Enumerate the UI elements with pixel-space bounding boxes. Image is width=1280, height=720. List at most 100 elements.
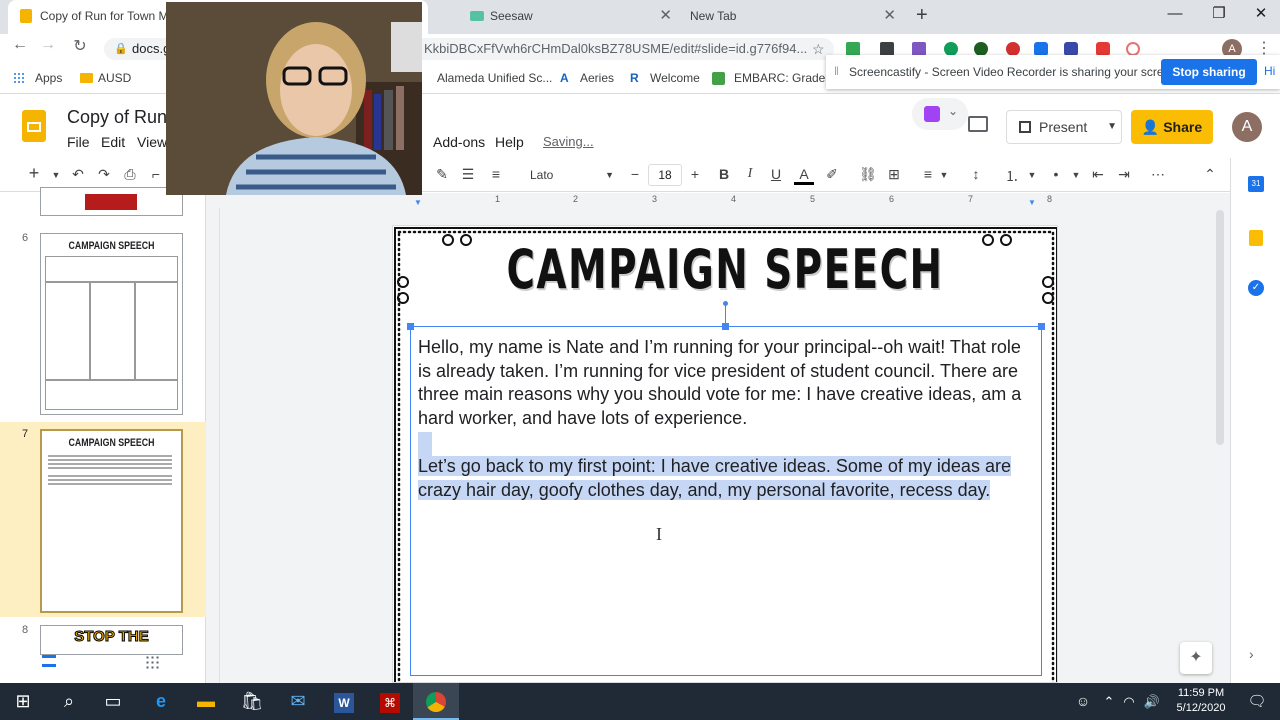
wifi-icon[interactable]: ◠ bbox=[1118, 683, 1140, 720]
grid-view-icon[interactable] bbox=[145, 655, 159, 669]
explore-icon[interactable]: ✦ bbox=[1180, 642, 1212, 674]
acrobat-icon[interactable]: ⌘ bbox=[367, 683, 413, 720]
more-options-icon[interactable]: ⋯ bbox=[1148, 166, 1168, 183]
menu-view[interactable]: View bbox=[137, 134, 167, 150]
speech-paragraph-2[interactable]: Let’s go back to my first point: I have … bbox=[418, 455, 1036, 502]
extension-icon[interactable] bbox=[912, 42, 926, 56]
numbered-list-icon[interactable]: ⒈ bbox=[1002, 166, 1022, 186]
action-center-icon[interactable]: 🗨 bbox=[1234, 683, 1280, 720]
new-tab-icon[interactable]: + bbox=[916, 4, 928, 27]
addon-puzzle-icon[interactable]: ⌄ bbox=[912, 98, 968, 130]
share-button[interactable]: 👤 Share bbox=[1131, 110, 1213, 144]
font-selector[interactable]: Lato ▼ bbox=[524, 162, 618, 188]
word-icon[interactable]: W bbox=[321, 683, 367, 720]
undo-icon[interactable]: ↶ bbox=[68, 166, 88, 183]
scrollbar-vertical[interactable] bbox=[1216, 210, 1224, 445]
extension-icon[interactable] bbox=[1126, 42, 1140, 56]
store-icon[interactable]: 🛍 bbox=[229, 683, 275, 720]
expand-panel-icon[interactable]: › bbox=[1249, 646, 1254, 662]
bulleted-list-icon[interactable]: • bbox=[1046, 166, 1066, 182]
extension-icon[interactable] bbox=[1034, 42, 1048, 56]
speech-paragraph-1[interactable]: Hello, my name is Nate and I’m running f… bbox=[418, 336, 1036, 431]
calendar-icon[interactable]: 31 bbox=[1248, 176, 1264, 192]
mail-icon[interactable]: ✉ bbox=[275, 683, 321, 720]
right-indent-marker-icon[interactable]: ▼ bbox=[1028, 198, 1036, 207]
bookmark-aeries[interactable]: Aeries bbox=[580, 71, 614, 85]
bookmark-apps[interactable]: Apps bbox=[35, 71, 62, 85]
extension-icon[interactable] bbox=[1064, 42, 1078, 56]
windows-start-icon[interactable]: ⊞ bbox=[0, 683, 46, 720]
drag-handle-icon[interactable]: ‖ bbox=[834, 64, 839, 78]
numbered-list-dropdown-icon[interactable]: ▼ bbox=[1022, 170, 1042, 180]
bookmark-embarc[interactable]: EMBARC: Grade 4 bbox=[734, 71, 835, 85]
search-icon[interactable]: ⌕ bbox=[46, 683, 92, 720]
slide-thumbnail-8[interactable]: STOP THE bbox=[40, 625, 183, 655]
bookmark-alameda[interactable]: Alameda Unified Sc... bbox=[437, 71, 552, 85]
maximize-icon[interactable]: ❐ bbox=[1196, 0, 1242, 30]
volume-icon[interactable]: 🔊 bbox=[1140, 683, 1164, 720]
menu-edit[interactable]: Edit bbox=[101, 134, 125, 150]
slide-thumbnail-6[interactable]: CAMPAIGN SPEECH bbox=[40, 233, 183, 415]
slides-logo-icon[interactable] bbox=[22, 110, 46, 142]
extension-icon[interactable] bbox=[1096, 42, 1110, 56]
reload-icon[interactable]: ↻ bbox=[68, 36, 92, 56]
line-dash-icon[interactable]: ≡ bbox=[486, 166, 506, 182]
highlight-icon[interactable]: ✐ bbox=[822, 166, 842, 183]
increase-indent-icon[interactable]: ⇥ bbox=[1114, 166, 1134, 183]
menu-file[interactable]: File bbox=[67, 134, 90, 150]
extension-icon[interactable] bbox=[880, 42, 894, 56]
filmstrip-view-icon[interactable] bbox=[42, 655, 56, 667]
account-avatar[interactable]: A bbox=[1232, 112, 1262, 142]
add-comment-icon[interactable]: ⊞ bbox=[884, 166, 904, 183]
pen-icon[interactable]: ✎ bbox=[432, 166, 452, 183]
keep-icon[interactable] bbox=[1249, 230, 1263, 246]
present-button[interactable]: Present ▼ bbox=[1006, 110, 1122, 144]
slide-thumbnail-7[interactable]: CAMPAIGN SPEECH bbox=[40, 429, 183, 613]
hide-button[interactable]: Hi bbox=[1264, 64, 1275, 78]
minimize-icon[interactable]: — bbox=[1152, 0, 1198, 30]
bulleted-list-dropdown-icon[interactable]: ▼ bbox=[1066, 170, 1086, 180]
new-slide-icon[interactable]: + bbox=[24, 163, 44, 184]
selected-text[interactable]: Let’s go back to my first point: I have … bbox=[418, 456, 1011, 500]
apps-grid-icon[interactable] bbox=[13, 72, 25, 84]
bookmark-star-icon[interactable]: ☆ bbox=[812, 38, 825, 60]
indent-marker-icon[interactable]: ▼ bbox=[414, 198, 422, 207]
extension-icon[interactable] bbox=[846, 42, 860, 56]
document-title[interactable]: Copy of Run bbox=[67, 107, 167, 128]
redo-icon[interactable]: ↷ bbox=[94, 166, 114, 183]
tab-new-tab[interactable]: New Tab ✕ bbox=[684, 0, 904, 34]
resize-handle-icon[interactable] bbox=[722, 323, 729, 330]
text-color-icon[interactable]: A bbox=[794, 166, 814, 185]
bookmark-welcome[interactable]: Welcome bbox=[650, 71, 700, 85]
line-spacing-icon[interactable]: ↕ bbox=[966, 166, 986, 182]
resize-handle-icon[interactable] bbox=[1038, 323, 1045, 330]
edge-icon[interactable]: e bbox=[138, 683, 184, 720]
task-view-icon[interactable]: ▭ bbox=[90, 683, 136, 720]
paint-format-icon[interactable]: ⌐ bbox=[146, 166, 166, 182]
link-icon[interactable]: ⛓ bbox=[858, 166, 878, 183]
close-window-icon[interactable]: ✕ bbox=[1238, 0, 1280, 30]
line-weight-icon[interactable]: ☰ bbox=[458, 166, 478, 183]
chrome-icon[interactable] bbox=[413, 683, 459, 720]
file-explorer-icon[interactable]: ▬ bbox=[183, 683, 229, 720]
extension-icon[interactable] bbox=[974, 42, 988, 56]
print-icon[interactable]: ⎙ bbox=[120, 166, 140, 183]
resize-handle-icon[interactable] bbox=[407, 323, 414, 330]
increase-font-icon[interactable]: + bbox=[685, 166, 705, 182]
decrease-font-icon[interactable]: − bbox=[625, 166, 645, 182]
align-dropdown-icon[interactable]: ▼ bbox=[934, 170, 954, 180]
bold-icon[interactable]: B bbox=[714, 166, 734, 182]
stop-sharing-button[interactable]: Stop sharing bbox=[1161, 59, 1257, 85]
present-dropdown-icon[interactable]: ▼ bbox=[1107, 111, 1117, 143]
new-slide-dropdown-icon[interactable]: ▼ bbox=[46, 170, 66, 180]
extension-icon[interactable] bbox=[944, 42, 958, 56]
menu-addons[interactable]: Add-ons bbox=[433, 134, 485, 150]
slide-thumbnail-5[interactable] bbox=[40, 187, 183, 216]
tasks-icon[interactable]: ✓ bbox=[1248, 280, 1264, 296]
system-clock[interactable]: 11:59 PM 5/12/2020 bbox=[1168, 686, 1234, 716]
extension-icon[interactable] bbox=[1006, 42, 1020, 56]
collapse-toolbar-icon[interactable]: ⌃ bbox=[1200, 166, 1220, 183]
close-tab-icon[interactable]: ✕ bbox=[883, 0, 896, 32]
close-tab-icon[interactable]: ✕ bbox=[659, 0, 672, 32]
decrease-indent-icon[interactable]: ⇤ bbox=[1088, 166, 1108, 183]
